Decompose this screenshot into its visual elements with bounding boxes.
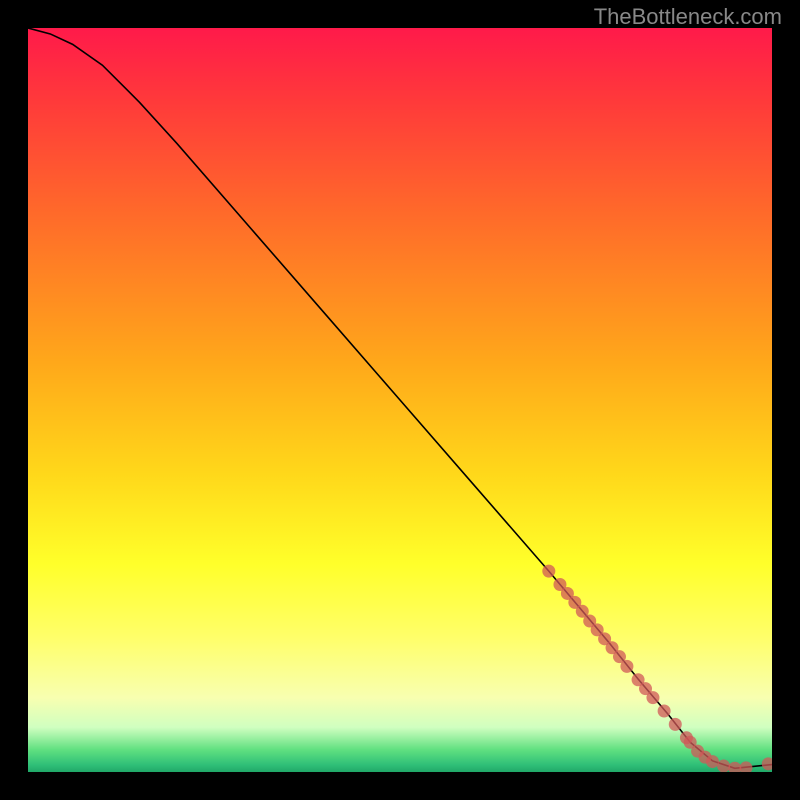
watermark-text: TheBottleneck.com	[594, 4, 782, 30]
chart-background	[28, 28, 772, 772]
